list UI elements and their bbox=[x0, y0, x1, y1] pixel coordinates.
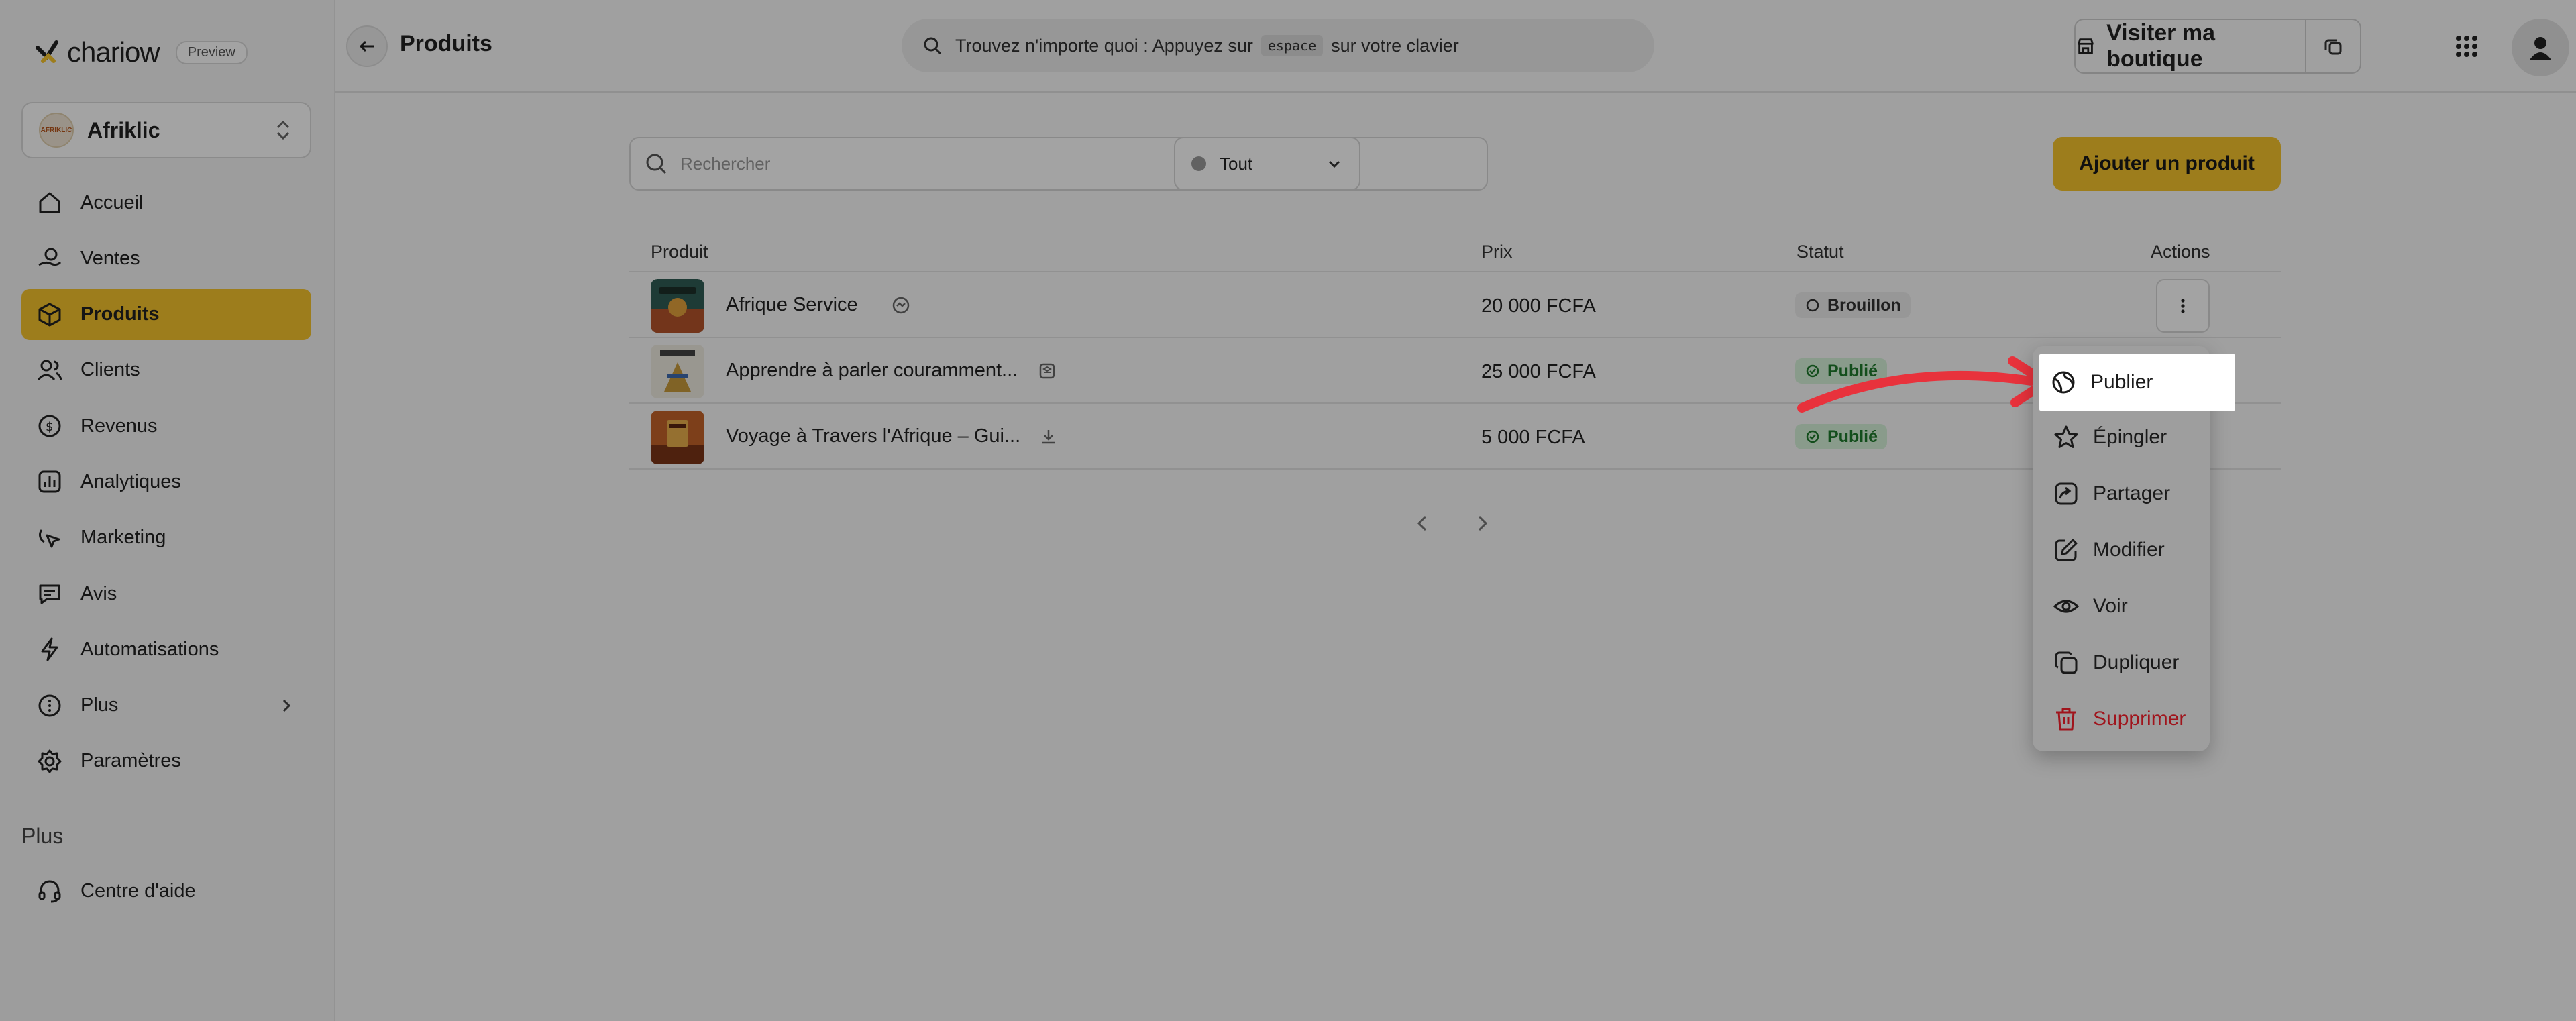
menu-item-modifier[interactable]: Modifier bbox=[2042, 523, 2200, 577]
menu-item-partager[interactable]: Partager bbox=[2042, 467, 2200, 521]
menu-item-label: Dupliquer bbox=[2093, 651, 2180, 674]
menu-item-publier[interactable]: Publier bbox=[2039, 354, 2235, 411]
menu-item-dupliquer[interactable]: Dupliquer bbox=[2042, 636, 2200, 690]
menu-item-label: Supprimer bbox=[2093, 708, 2186, 730]
menu-item-epingler[interactable]: Épingler bbox=[2042, 411, 2200, 464]
menu-item-label: Publier bbox=[2090, 371, 2153, 393]
menu-item-supprimer[interactable]: Supprimer bbox=[2042, 692, 2200, 746]
row-actions-menu: Publier Épingler Partager Modifier Voir … bbox=[2033, 346, 2235, 751]
duplicate-icon bbox=[2055, 651, 2078, 674]
trash-icon bbox=[2056, 708, 2076, 731]
globe-icon bbox=[2052, 371, 2075, 394]
menu-item-label: Partager bbox=[2093, 482, 2171, 504]
edit-icon bbox=[2055, 539, 2078, 561]
menu-item-label: Voir bbox=[2093, 595, 2128, 617]
menu-item-label: Modifier bbox=[2093, 539, 2165, 561]
star-icon bbox=[2054, 425, 2078, 448]
menu-item-label: Épingler bbox=[2093, 426, 2167, 448]
eye-icon bbox=[2053, 600, 2080, 613]
menu-item-voir[interactable]: Voir bbox=[2042, 580, 2200, 633]
share-icon bbox=[2055, 482, 2078, 505]
annotation-arrow-icon bbox=[1797, 356, 2051, 413]
